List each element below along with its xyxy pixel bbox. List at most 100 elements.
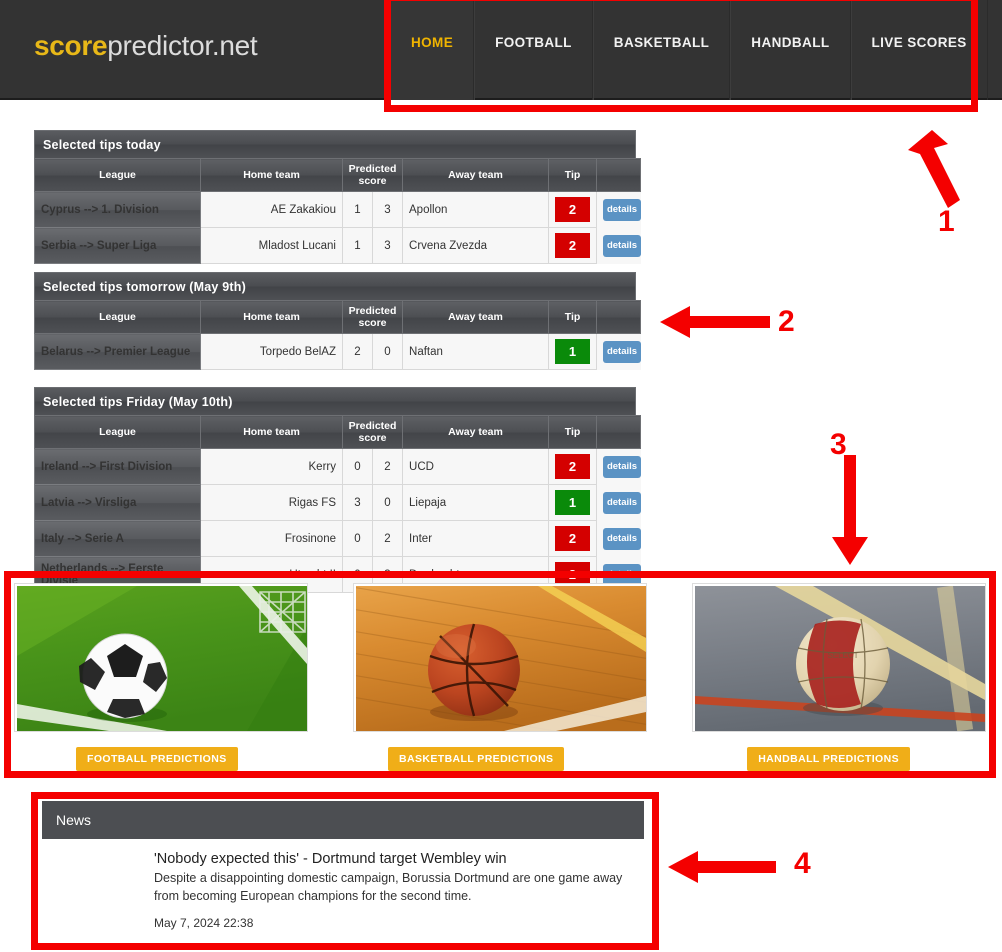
cell-league: Italy --> Serie A xyxy=(34,520,201,558)
handball-predictions-button[interactable]: HANDBALL PREDICTIONS xyxy=(747,747,910,771)
col-header-league: League xyxy=(34,299,201,335)
football-pitch-illustration xyxy=(17,586,307,731)
section-title-today: Selected tips today xyxy=(34,130,636,158)
news-summary: Despite a disappointing domestic campaig… xyxy=(154,871,623,903)
details-button[interactable]: details xyxy=(603,198,642,221)
cell-home-score: 0 xyxy=(342,448,373,486)
col-header-home-team: Home team xyxy=(200,414,343,450)
cell-home-score: 1 xyxy=(342,191,373,229)
cell-tip: 2 xyxy=(548,191,598,229)
nav-item-football[interactable]: FOOTBALL xyxy=(474,0,593,100)
cell-away-team: Apollon xyxy=(402,191,550,229)
details-button[interactable]: details xyxy=(603,340,642,363)
cell-away-score: 2 xyxy=(371,520,404,558)
basketball-predictions-button[interactable]: BASKETBALL PREDICTIONS xyxy=(388,747,565,771)
table-row: Ireland --> First Division Kerry 0 2 UCD… xyxy=(34,448,642,486)
cell-home-team: Torpedo BelAZ xyxy=(200,333,343,371)
cell-league: Latvia --> Virsliga xyxy=(34,484,201,522)
football-pitch-image[interactable] xyxy=(14,583,308,732)
cell-away-team: UCD xyxy=(402,448,550,486)
tip-badge[interactable]: 2 xyxy=(555,454,591,480)
details-button[interactable]: details xyxy=(603,527,642,550)
col-header-details xyxy=(596,414,642,450)
cell-tip: 2 xyxy=(548,227,598,265)
promo-cell-football xyxy=(14,583,310,732)
cell-tip: 1 xyxy=(548,333,598,371)
col-header-league: League xyxy=(34,414,201,450)
nav-item-basketball-label: BASKETBALL xyxy=(613,34,710,50)
annotation-number-3: 3 xyxy=(830,428,847,461)
cell-away-score: 2 xyxy=(371,448,404,486)
logo-secondary-text: predictor.net xyxy=(107,30,258,61)
annotation-arrow-4 xyxy=(668,851,776,883)
col-header-tip: Tip xyxy=(548,157,598,193)
nav-item-live-scores[interactable]: LIVE SCORES xyxy=(850,0,988,100)
nav-item-football-label: FOOTBALL xyxy=(495,34,572,50)
nav-item-handball-label: HANDBALL xyxy=(751,34,830,50)
cell-home-team: AE Zakakiou xyxy=(200,191,343,229)
promo-button-row: FOOTBALL PREDICTIONS BASKETBALL PREDICTI… xyxy=(14,747,988,771)
handball-court-image[interactable]: SELECT xyxy=(692,583,986,732)
details-button[interactable]: details xyxy=(603,491,642,514)
annotation-arrow-1 xyxy=(908,130,960,208)
cell-home-team: Mladost Lucani xyxy=(200,227,343,265)
promo-button-cell-football: FOOTBALL PREDICTIONS xyxy=(14,747,310,771)
selected-tips-friday-block: Selected tips Friday (May 10th) League H… xyxy=(34,387,642,594)
sport-prediction-promos: SELECT FOOTBALL PREDICTIONS BASKETBALL P… xyxy=(14,583,988,771)
table-row: Latvia --> Virsliga Rigas FS 3 0 Liepaja… xyxy=(34,484,642,522)
news-article: 'Nobody expected this' - Dortmund target… xyxy=(42,839,644,944)
football-predictions-button[interactable]: FOOTBALL PREDICTIONS xyxy=(76,747,238,771)
logo-primary-text: score xyxy=(34,30,108,61)
col-header-predicted-score: Predicted score xyxy=(341,157,404,193)
col-header-details xyxy=(596,299,642,335)
tip-badge[interactable]: 2 xyxy=(555,526,591,552)
cell-home-score: 0 xyxy=(342,520,373,558)
col-header-tip: Tip xyxy=(548,414,598,450)
promo-cell-basketball xyxy=(353,583,649,732)
site-logo[interactable]: scorepredictor.net xyxy=(34,30,258,62)
cell-home-team: Frosinone xyxy=(200,520,343,558)
tips-table-today: League Home team Predicted score Away te… xyxy=(34,157,642,265)
news-headline[interactable]: 'Nobody expected this' - Dortmund target… xyxy=(154,851,630,867)
promo-cell-handball: SELECT xyxy=(692,583,988,732)
section-title-tomorrow: Selected tips tomorrow (May 9th) xyxy=(34,272,636,300)
cell-home-team: Rigas FS xyxy=(200,484,343,522)
table-row: Serbia --> Super Liga Mladost Lucani 1 3… xyxy=(34,227,642,265)
col-header-away-team: Away team xyxy=(402,157,550,193)
cell-home-score: 3 xyxy=(342,484,373,522)
cell-away-score: 3 xyxy=(371,227,404,265)
basketball-court-illustration xyxy=(356,586,646,731)
basketball-court-image[interactable] xyxy=(353,583,647,732)
handball-court-illustration: SELECT xyxy=(695,586,985,731)
cell-league: Cyprus --> 1. Division xyxy=(34,191,201,229)
details-button[interactable]: details xyxy=(603,455,642,478)
col-header-predicted-score: Predicted score xyxy=(341,299,404,335)
nav-item-handball[interactable]: HANDBALL xyxy=(730,0,851,100)
cell-away-team: Inter xyxy=(402,520,550,558)
table-header-row: League Home team Predicted score Away te… xyxy=(34,299,642,335)
cell-tip: 2 xyxy=(548,520,598,558)
cell-details: details xyxy=(596,191,642,228)
annotation-number-4: 4 xyxy=(794,847,811,880)
tip-badge[interactable]: 2 xyxy=(555,233,591,259)
selected-tips-today-block: Selected tips today League Home team Pre… xyxy=(34,130,642,265)
promo-button-cell-basketball: BASKETBALL PREDICTIONS xyxy=(318,747,614,771)
col-header-home-team: Home team xyxy=(200,299,343,335)
cell-details: details xyxy=(596,484,642,521)
col-header-away-team: Away team xyxy=(402,414,550,450)
nav-item-home[interactable]: HOME xyxy=(390,0,475,100)
news-section-title: News xyxy=(42,801,644,839)
nav-item-basketball[interactable]: BASKETBALL xyxy=(592,0,731,100)
cell-details: details xyxy=(596,448,642,485)
section-title-friday: Selected tips Friday (May 10th) xyxy=(34,387,636,415)
cell-away-score: 0 xyxy=(371,484,404,522)
promo-image-row: SELECT xyxy=(14,583,988,732)
svg-text:SELECT: SELECT xyxy=(827,651,858,660)
details-button[interactable]: details xyxy=(603,234,642,257)
tip-badge[interactable]: 1 xyxy=(555,490,591,516)
col-header-predicted-score: Predicted score xyxy=(341,414,404,450)
page-root: scorepredictor.net HOME FOOTBALL BASKETB… xyxy=(0,0,1002,952)
tip-badge[interactable]: 1 xyxy=(555,339,591,365)
annotation-number-1: 1 xyxy=(938,205,955,238)
tip-badge[interactable]: 2 xyxy=(555,197,591,223)
